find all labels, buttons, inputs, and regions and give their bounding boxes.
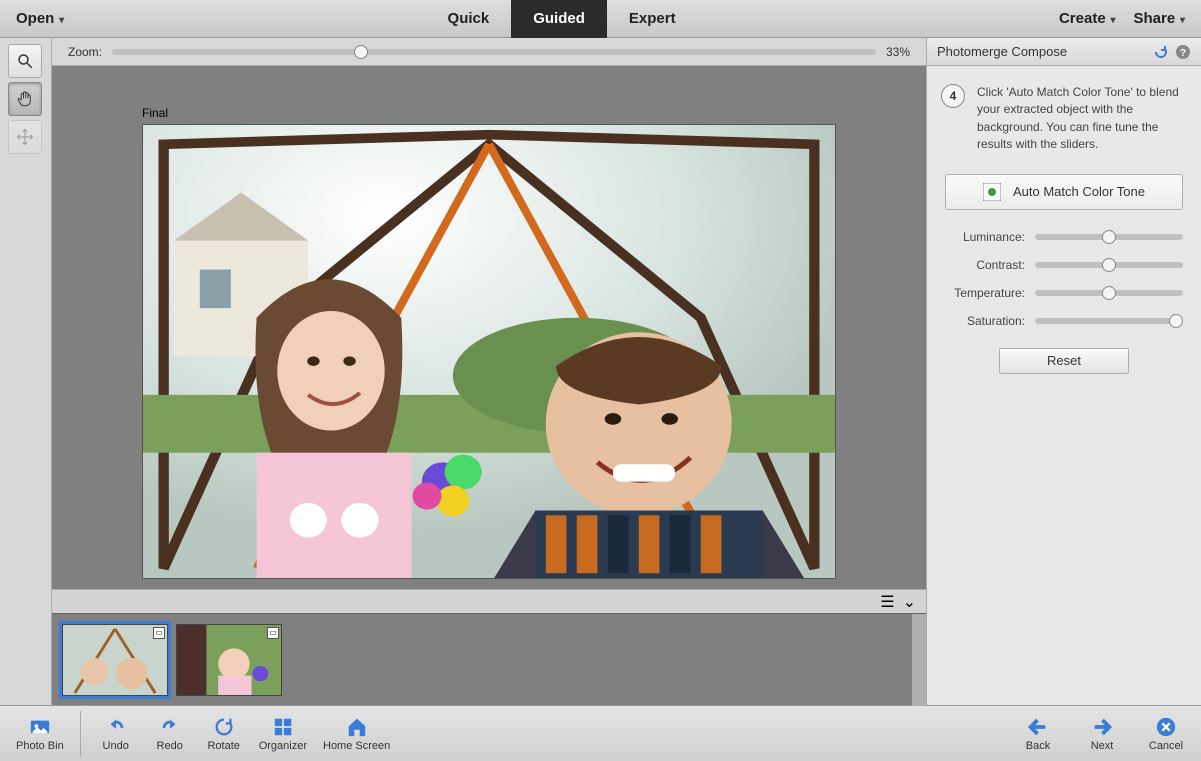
redo-icon — [158, 716, 182, 738]
canvas-region: Zoom: 33% Final — [52, 38, 926, 705]
zoom-tool-button[interactable] — [8, 44, 42, 78]
hand-tool-button[interactable] — [8, 82, 42, 116]
auto-match-color-tone-button[interactable]: Auto Match Color Tone — [945, 174, 1183, 210]
zoom-slider[interactable] — [112, 49, 876, 55]
saturation-slider[interactable] — [1035, 318, 1183, 324]
sliders-group: Luminance: Contrast: Temperature: Satura… — [941, 230, 1187, 328]
reset-button[interactable]: Reset — [999, 348, 1129, 374]
magnifier-icon — [16, 52, 34, 70]
chevron-down-icon[interactable]: ⌄ — [903, 592, 916, 612]
thumb-expand-icon: ▭ — [267, 627, 279, 639]
step-row: 4 Click 'Auto Match Color Tone' to blend… — [941, 84, 1187, 154]
tab-guided[interactable]: Guided — [511, 0, 607, 38]
temperature-label: Temperature: — [945, 286, 1025, 300]
photo-thumbnail-1[interactable]: ▭ — [62, 624, 168, 696]
caret-down-icon: ▾ — [56, 15, 64, 26]
next-button[interactable]: Next — [1077, 711, 1127, 756]
contrast-label: Contrast: — [945, 258, 1025, 272]
step-number-badge: 4 — [941, 84, 965, 108]
back-button[interactable]: Back — [1013, 711, 1063, 756]
cancel-icon — [1154, 716, 1178, 738]
home-icon — [345, 716, 369, 738]
saturation-label: Saturation: — [945, 314, 1025, 328]
photo-thumbnail-2[interactable]: ▭ — [176, 624, 282, 696]
photo-bin-icon — [28, 716, 52, 738]
panel-header: Photomerge Compose ? — [927, 38, 1201, 66]
rotate-icon — [212, 716, 236, 738]
undo-button[interactable]: Undo — [91, 711, 141, 756]
organizer-button[interactable]: Organizer — [253, 711, 313, 756]
top-menu-bar: Open ▾ Quick Guided Expert Create ▾ Shar… — [0, 0, 1201, 38]
home-screen-button[interactable]: Home Screen — [317, 711, 396, 756]
photo-bin-scrollbar[interactable] — [912, 614, 926, 706]
luminance-label: Luminance: — [945, 230, 1025, 244]
share-menu[interactable]: Share ▾ — [1127, 6, 1191, 31]
arrow-right-icon — [1090, 716, 1114, 738]
panel-body: 4 Click 'Auto Match Color Tone' to blend… — [927, 66, 1201, 392]
left-toolbar — [0, 38, 52, 705]
rotate-button[interactable]: Rotate — [199, 711, 249, 756]
organizer-icon — [271, 716, 295, 738]
canvas-options-bar: ☰ ⌄ — [52, 589, 926, 613]
photo-bin-strip: ▭ ▭ — [52, 613, 926, 705]
undo-icon — [104, 716, 128, 738]
tab-quick[interactable]: Quick — [426, 0, 512, 38]
caret-down-icon: ▾ — [1177, 15, 1185, 26]
open-menu[interactable]: Open ▾ — [10, 6, 70, 31]
help-icon[interactable]: ? — [1175, 44, 1191, 60]
create-menu[interactable]: Create ▾ — [1053, 6, 1122, 31]
move-icon — [16, 128, 34, 146]
redo-button[interactable]: Redo — [145, 711, 195, 756]
preview-image — [143, 125, 835, 578]
tab-expert[interactable]: Expert — [607, 0, 698, 38]
palette-icon — [983, 183, 1001, 201]
reset-panel-icon[interactable] — [1153, 44, 1169, 60]
zoom-label: Zoom: — [68, 45, 102, 59]
luminance-slider[interactable] — [1035, 234, 1183, 240]
cancel-button[interactable]: Cancel — [1141, 711, 1191, 756]
step-instructions: Click 'Auto Match Color Tone' to blend y… — [977, 84, 1187, 154]
zoom-bar: Zoom: 33% — [52, 38, 926, 66]
zoom-value: 33% — [886, 45, 910, 59]
temperature-slider[interactable] — [1035, 290, 1183, 296]
svg-text:?: ? — [1180, 48, 1186, 59]
canvas-label: Final — [142, 106, 836, 120]
canvas-image[interactable] — [142, 124, 836, 579]
move-tool-button — [8, 120, 42, 154]
photo-bin-button[interactable]: Photo Bin — [10, 711, 81, 756]
right-panel: Photomerge Compose ? 4 Click 'Auto Match… — [926, 38, 1201, 705]
contrast-slider[interactable] — [1035, 262, 1183, 268]
main-area: Zoom: 33% Final — [0, 38, 1201, 705]
caret-down-icon: ▾ — [1108, 15, 1116, 26]
list-menu-icon[interactable]: ☰ — [880, 592, 894, 612]
arrow-left-icon — [1026, 716, 1050, 738]
panel-title: Photomerge Compose — [937, 44, 1067, 59]
thumb-expand-icon: ▭ — [153, 627, 165, 639]
canvas-holder: Final — [52, 66, 926, 589]
bottom-action-bar: Photo Bin Undo Redo Rotate Organizer Hom… — [0, 705, 1201, 761]
hand-icon — [16, 90, 34, 108]
